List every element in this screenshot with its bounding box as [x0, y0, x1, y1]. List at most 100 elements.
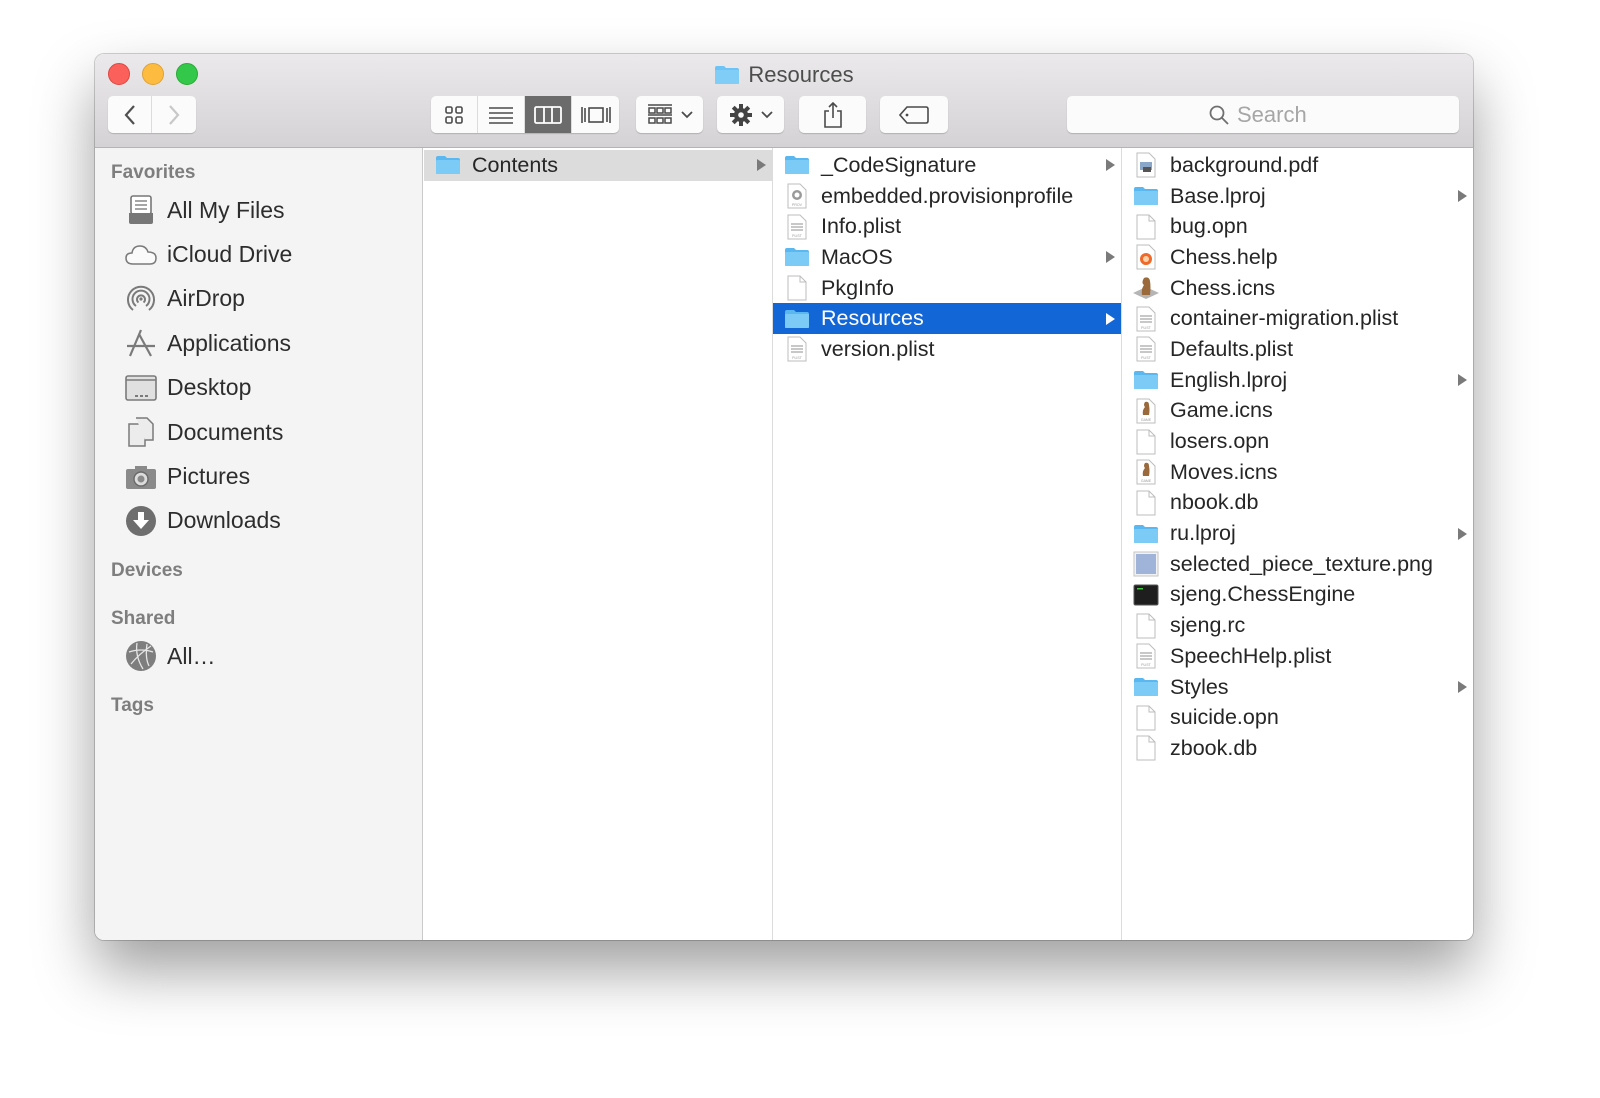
item-name: embedded.provisionprofile	[821, 183, 1074, 208]
item-name: MacOS	[821, 244, 893, 269]
item-name: Moves.icns	[1170, 459, 1278, 484]
file-row[interactable]: selected_piece_texture.png	[1122, 549, 1473, 580]
file-row[interactable]: bug.opn	[1122, 211, 1473, 242]
icon-view-button[interactable]	[431, 96, 478, 133]
sidebar-item-downloads[interactable]: Downloads	[95, 499, 422, 543]
file-row[interactable]: sjeng.rc	[1122, 610, 1473, 641]
sidebar-item-icloud-drive[interactable]: iCloud Drive	[95, 232, 422, 276]
sidebar-item-documents[interactable]: Documents	[95, 410, 422, 454]
item-name: Resources	[821, 306, 924, 331]
forward-button[interactable]	[152, 96, 196, 133]
cover-flow-view-button[interactable]	[572, 96, 619, 133]
item-name: bug.opn	[1170, 214, 1248, 239]
file-row[interactable]: PLIST container-migration.plist	[1122, 303, 1473, 334]
file-row[interactable]: PROV embedded.provisionprofile	[773, 181, 1121, 212]
file-row[interactable]: Chess.help	[1122, 242, 1473, 273]
column-browser: Contents _CodeSignature PROV embedded.prov…	[424, 148, 1473, 940]
file-icon	[1132, 705, 1160, 731]
game-icns-icon: GAME	[1132, 459, 1160, 485]
sidebar-item-label: Downloads	[167, 507, 281, 534]
sidebar-item-airdrop[interactable]: AirDrop	[95, 277, 422, 321]
share-button[interactable]	[799, 96, 866, 133]
folder-icon	[1132, 183, 1160, 209]
chess-icon	[1132, 275, 1160, 301]
column-3[interactable]: background.pdf Base.lproj bug.opn Chess.hel…	[1122, 148, 1473, 940]
folder-row[interactable]: ru.lproj	[1122, 518, 1473, 549]
svg-text:PLIST: PLIST	[1141, 663, 1152, 667]
file-row[interactable]: background.pdf	[1122, 150, 1473, 181]
item-name: background.pdf	[1170, 152, 1319, 177]
list-view-button[interactable]	[478, 96, 525, 133]
file-row[interactable]: zbook.db	[1122, 733, 1473, 764]
tag-icon	[899, 105, 929, 124]
list-view-icon	[489, 106, 513, 124]
action-button[interactable]	[717, 96, 784, 133]
folder-row[interactable]: Contents	[424, 150, 772, 181]
exec-icon	[1132, 582, 1160, 608]
chevron-right-icon	[169, 104, 180, 125]
gear-icon	[729, 103, 752, 126]
file-row[interactable]: GAME Moves.icns	[1122, 457, 1473, 488]
plist-icon: PLIST	[1132, 643, 1160, 669]
applications-icon	[125, 327, 157, 359]
folder-row[interactable]: English.lproj	[1122, 365, 1473, 396]
file-row[interactable]: suicide.opn	[1122, 702, 1473, 733]
folder-icon	[783, 244, 811, 270]
back-button[interactable]	[108, 96, 152, 133]
sidebar-item-shared-all[interactable]: All…	[95, 634, 422, 678]
sidebar-item-applications[interactable]: Applications	[95, 321, 422, 365]
file-row[interactable]: PLIST Info.plist	[773, 211, 1121, 242]
sidebar-item-label: All My Files	[167, 196, 285, 223]
disclosure-arrow-icon	[1458, 527, 1467, 540]
file-row[interactable]: PLIST version.plist	[773, 334, 1121, 365]
folder-row[interactable]: _CodeSignature	[773, 150, 1121, 181]
tags-button[interactable]	[880, 96, 948, 133]
file-row[interactable]: PLIST Defaults.plist	[1122, 334, 1473, 365]
sidebar-section-tags: Tags	[111, 694, 154, 716]
file-row[interactable]: losers.opn	[1122, 426, 1473, 457]
desktop-icon	[125, 372, 157, 404]
all-files-icon	[125, 194, 157, 226]
file-row[interactable]: PLIST SpeechHelp.plist	[1122, 641, 1473, 672]
item-name: Defaults.plist	[1170, 336, 1294, 361]
sidebar-item-all-my-files[interactable]: All My Files	[95, 188, 422, 232]
file-row[interactable]: nbook.db	[1122, 488, 1473, 519]
file-row[interactable]: GAME Game.icns	[1122, 396, 1473, 427]
sidebar-item-label: Applications	[167, 329, 292, 356]
provision-icon: PROV	[783, 183, 811, 209]
search-input[interactable]	[1237, 101, 1317, 128]
folder-icon	[434, 152, 462, 178]
arrange-button[interactable]	[636, 96, 703, 133]
sidebar-item-label: Pictures	[167, 463, 251, 490]
sidebar-item-label: All…	[167, 642, 216, 669]
plist-icon: PLIST	[783, 214, 811, 240]
item-name: losers.opn	[1170, 429, 1270, 454]
view-mode-control	[431, 96, 619, 133]
folder-icon	[783, 152, 811, 178]
folder-row[interactable]: Base.lproj	[1122, 181, 1473, 212]
sidebar-item-pictures[interactable]: Pictures	[95, 454, 422, 498]
disclosure-arrow-icon	[1106, 312, 1115, 325]
item-name: Contents	[472, 152, 559, 177]
window-title-text: Resources	[748, 62, 854, 87]
file-icon	[1132, 490, 1160, 516]
sidebar-item-label: Desktop	[167, 374, 252, 401]
game-icns-icon: GAME	[1132, 398, 1160, 424]
sidebar-item-desktop[interactable]: Desktop	[95, 366, 422, 410]
file-row[interactable]: Chess.icns	[1122, 273, 1473, 304]
file-row[interactable]: sjeng.ChessEngine	[1122, 580, 1473, 611]
disclosure-arrow-icon	[757, 159, 766, 172]
file-row[interactable]: PkgInfo	[773, 273, 1121, 304]
folder-row[interactable]: Resources	[773, 303, 1121, 335]
finder-window: Resources Search Favorites All My Files …	[95, 54, 1473, 940]
search-field[interactable]	[1067, 96, 1459, 133]
column-2[interactable]: _CodeSignature PROV embedded.provisionprof…	[773, 148, 1122, 940]
column-1[interactable]: Contents	[424, 148, 773, 940]
item-name: nbook.db	[1170, 490, 1259, 515]
file-icon	[783, 275, 811, 301]
folder-row[interactable]: MacOS	[773, 242, 1121, 273]
column-view-button[interactable]	[525, 96, 572, 133]
disclosure-arrow-icon	[1458, 374, 1467, 387]
svg-text:PLIST: PLIST	[792, 356, 803, 360]
folder-row[interactable]: Styles	[1122, 672, 1473, 703]
